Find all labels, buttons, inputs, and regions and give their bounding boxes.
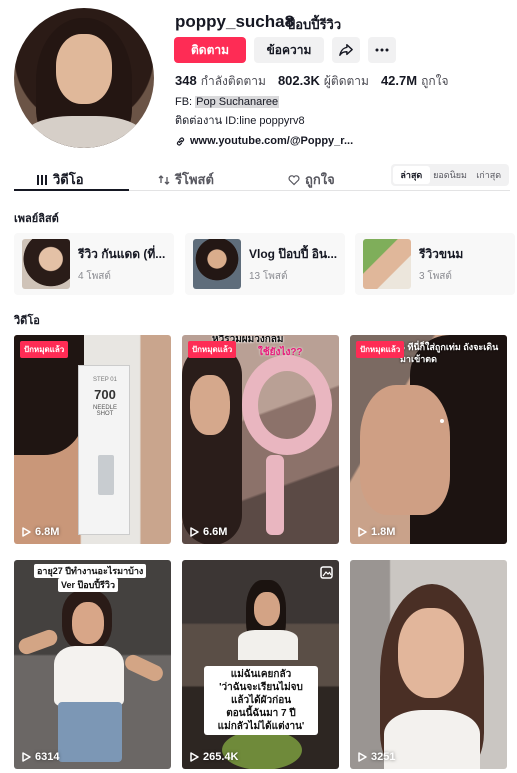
bio-line-2: ติดต่องาน ID:line poppyrv8: [175, 115, 305, 127]
video-card[interactable]: 4 ทีนี่ก็ใส่ถูกเท่ม ถังจะเดินมาเข้าตด ปั…: [350, 335, 507, 544]
video-card[interactable]: STEP 01 700 NEEDLE SHOT ปักหมุดแล้ว 6.8M: [14, 335, 171, 544]
videos-title: วิดีโอ: [14, 315, 40, 327]
followers-stat[interactable]: 802.3K ผู้ติดตาม: [278, 72, 369, 91]
tab-reposts[interactable]: รีโพสต์: [158, 169, 214, 190]
pinned-badge: ปักหมุดแล้ว: [20, 341, 69, 358]
active-tab-indicator: [14, 189, 129, 191]
bio-line-1: FB: Pop Suchanaree: [175, 96, 280, 108]
share-button[interactable]: [332, 37, 360, 63]
tab-liked[interactable]: ถูกใจ: [288, 169, 335, 190]
play-icon: [22, 527, 31, 537]
playlist-name: รีวิวขนม: [419, 247, 464, 261]
playlist-count: 3 โพสต์: [419, 271, 452, 282]
link-icon: [176, 136, 185, 146]
profile-stats: 348 กำลังติดตาม 802.3K ผู้ติดตาม 42.7M ถูกใ…: [175, 72, 449, 91]
view-count: 1.8M: [358, 526, 395, 538]
playlist-thumbnail: [363, 239, 411, 289]
video-subcaption: ใช้ยังไง??: [258, 347, 303, 358]
follow-button[interactable]: ติดตาม: [174, 37, 246, 63]
video-subcaption: Ver ป๊อบปี้รีวิว: [58, 578, 118, 592]
playlist-name: Vlog ป๊อบปี้ อิน...: [249, 247, 338, 261]
view-count: 6.8M: [22, 526, 59, 538]
video-caption: อายุ27 ปีทำงานอะไรมาบ้าง: [34, 564, 147, 578]
tab-videos[interactable]: วิดีโอ: [36, 169, 84, 190]
playlist-thumbnail: [193, 239, 241, 289]
nickname: ป๊อบปี้รีวิว: [287, 17, 342, 32]
sort-popular[interactable]: ยอดนิยม: [432, 166, 469, 184]
playlist-card[interactable]: Vlog ป๊อบปี้ อิน... 13 โพสต์: [185, 233, 345, 295]
product-step-text: STEP 01: [93, 377, 117, 383]
sort-oldest[interactable]: เก่าสุด: [470, 166, 507, 184]
more-icon: [375, 48, 389, 52]
product-number-text: 700: [94, 387, 116, 402]
more-options-button[interactable]: [368, 37, 396, 63]
video-card[interactable]: หวีรวมผมวงกลม ใช้ยังไง?? ปักหมุดแล้ว 6.6…: [182, 335, 339, 544]
pinned-badge: ปักหมุดแล้ว: [188, 341, 237, 358]
view-count: 3251: [358, 751, 395, 763]
playlist-card[interactable]: รีวิวขนม 3 โพสต์: [355, 233, 515, 295]
following-stat[interactable]: 348 กำลังติดตาม: [175, 72, 266, 91]
sort-switch: ล่าสุด ยอดนิยม เก่าสุด: [391, 164, 509, 186]
playlist-count: 13 โพสต์: [249, 271, 288, 282]
playlist-thumbnail: [22, 239, 70, 289]
sort-latest[interactable]: ล่าสุด: [393, 166, 430, 184]
view-count: 6314: [22, 751, 59, 763]
video-card[interactable]: 3251: [350, 560, 507, 769]
video-card[interactable]: แม่ฉันเคยกลัว 'ว่าฉันจะเรียนไม่จบ แล้วได…: [182, 560, 339, 769]
play-icon: [358, 752, 367, 762]
photo-gallery-icon: [320, 566, 333, 579]
product-name-text: NEEDLE SHOT: [92, 405, 117, 417]
view-count: 265.4K: [190, 751, 238, 763]
grid-icon: [37, 174, 47, 185]
video-caption: 4 ทีนี่ก็ใส่ถูกเท่ม ถังจะเดินมาเข้าตด: [400, 342, 499, 364]
playlists-title: เพลย์ลิสต์: [14, 213, 59, 225]
likes-stat: 42.7M ถูกใจ: [380, 73, 449, 88]
playlist-count: 4 โพสต์: [78, 271, 111, 282]
heart-icon: [288, 174, 300, 185]
playlist-name: รีวิว กันแดด (ที่...: [78, 247, 166, 261]
play-icon: [358, 527, 367, 537]
username: poppy_sucha8: [175, 12, 295, 31]
play-icon: [190, 527, 199, 537]
playlist-card[interactable]: รีวิว กันแดด (ที่... 4 โพสต์: [14, 233, 174, 295]
play-icon: [22, 752, 31, 762]
share-icon: [339, 44, 353, 56]
view-count: 6.6M: [190, 526, 227, 538]
profile-link[interactable]: www.youtube.com/@Poppy_r...: [175, 135, 353, 147]
video-card[interactable]: อายุ27 ปีทำงานอะไรมาบ้าง Ver ป๊อบปี้รีวิ…: [14, 560, 171, 769]
repost-icon: [158, 174, 170, 185]
play-icon: [190, 752, 199, 762]
profile-avatar[interactable]: [14, 8, 154, 148]
pinned-badge: ปักหมุดแล้ว: [356, 341, 405, 358]
message-button[interactable]: ข้อความ: [254, 37, 324, 63]
video-caption: แม่ฉันเคยกลัว 'ว่าฉันจะเรียนไม่จบ แล้วได…: [204, 666, 318, 735]
